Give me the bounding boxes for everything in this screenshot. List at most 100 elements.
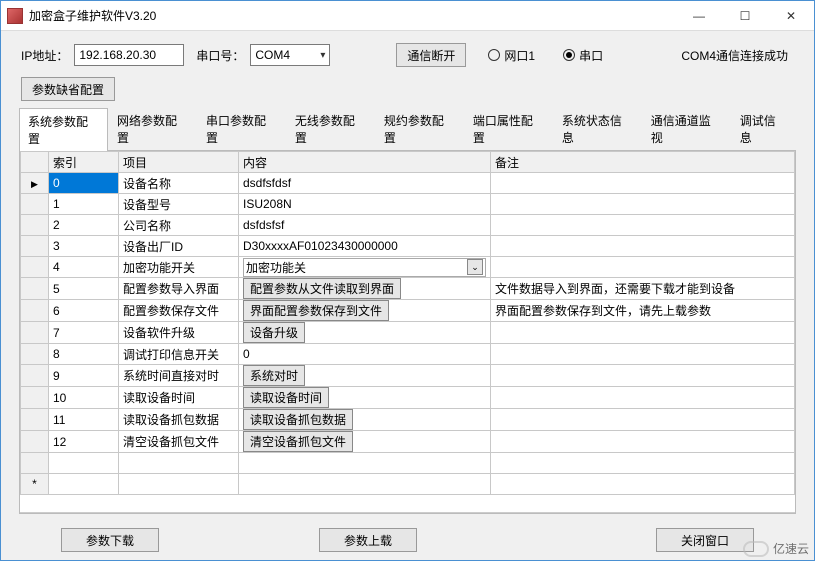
cell-index[interactable]: 6 [49, 300, 119, 322]
cell-content[interactable]: 系统对时 [239, 365, 491, 387]
cell-item[interactable]: 配置参数导入界面 [119, 278, 239, 300]
cell-remark[interactable]: 文件数据导入到界面，还需要下载才能到设备 [491, 278, 795, 300]
disconnect-button[interactable]: 通信断开 [396, 43, 466, 67]
row-header[interactable] [21, 409, 49, 431]
tab-3[interactable]: 无线参数配置 [286, 107, 375, 150]
table-row[interactable]: 3设备出厂IDD30xxxxAF01023430000000 [21, 236, 795, 257]
cell-remark[interactable] [491, 257, 795, 278]
cell-action-button[interactable]: 读取设备时间 [243, 387, 329, 408]
cell-index[interactable]: 4 [49, 257, 119, 278]
row-header[interactable] [21, 300, 49, 322]
cell-action-button[interactable]: 配置参数从文件读取到界面 [243, 278, 401, 299]
cell-content[interactable]: 读取设备抓包数据 [239, 409, 491, 431]
row-header[interactable] [21, 278, 49, 300]
col-remark[interactable]: 备注 [491, 152, 795, 173]
minimize-button[interactable]: — [676, 1, 722, 31]
cell-index[interactable]: 1 [49, 194, 119, 215]
cell-remark[interactable]: 界面配置参数保存到文件，请先上载参数 [491, 300, 795, 322]
cell-remark[interactable] [491, 344, 795, 365]
radio-serial[interactable]: 串口 [563, 47, 603, 64]
table-row[interactable]: 9系统时间直接对时系统对时 [21, 365, 795, 387]
row-header[interactable] [21, 236, 49, 257]
cell-item[interactable]: 设备出厂ID [119, 236, 239, 257]
cell-content[interactable]: ISU208N [239, 194, 491, 215]
cell-remark[interactable] [491, 322, 795, 344]
cell-index[interactable]: 12 [49, 431, 119, 453]
row-header[interactable] [21, 431, 49, 453]
close-window-button[interactable]: 关闭窗口 [656, 528, 754, 552]
cell-item[interactable]: 调试打印信息开关 [119, 344, 239, 365]
cell-index[interactable]: 11 [49, 409, 119, 431]
cell-action-button[interactable]: 设备升级 [243, 322, 305, 343]
row-header[interactable] [21, 387, 49, 409]
table-row[interactable]: 5配置参数导入界面配置参数从文件读取到界面 文件数据导入到界面，还需要下载才能到设… [21, 278, 795, 300]
col-content[interactable]: 内容 [239, 152, 491, 173]
cell-content[interactable]: 配置参数从文件读取到界面 [239, 278, 491, 300]
table-row[interactable]: 10读取设备时间读取设备时间 [21, 387, 795, 409]
maximize-button[interactable]: ☐ [722, 1, 768, 31]
cell-remark[interactable] [491, 365, 795, 387]
cell-item[interactable]: 配置参数保存文件 [119, 300, 239, 322]
cell-remark[interactable] [491, 431, 795, 453]
row-header[interactable] [21, 322, 49, 344]
cell-content[interactable]: 0 [239, 344, 491, 365]
row-header[interactable] [21, 344, 49, 365]
cell-item[interactable]: 设备型号 [119, 194, 239, 215]
table-row[interactable]: 6配置参数保存文件界面配置参数保存到文件界面配置参数保存到文件，请先上载参数 [21, 300, 795, 322]
tab-1[interactable]: 网络参数配置 [108, 107, 197, 150]
table-row[interactable]: 2公司名称dsfdsfsf [21, 215, 795, 236]
cell-content[interactable]: 设备升级 [239, 322, 491, 344]
tab-0[interactable]: 系统参数配置 [19, 108, 108, 151]
table-row[interactable]: 0设备名称dsdfsfdsf [21, 173, 795, 194]
cell-remark[interactable] [491, 387, 795, 409]
cell-index[interactable]: 8 [49, 344, 119, 365]
table-row[interactable]: 8调试打印信息开关0 [21, 344, 795, 365]
tab-7[interactable]: 通信通道监视 [642, 107, 731, 150]
cell-content[interactable]: dsfdsfsf [239, 215, 491, 236]
cell-action-button[interactable]: 清空设备抓包文件 [243, 431, 353, 452]
cell-content[interactable]: 界面配置参数保存到文件 [239, 300, 491, 322]
cell-item[interactable]: 公司名称 [119, 215, 239, 236]
table-row[interactable]: 11读取设备抓包数据读取设备抓包数据 [21, 409, 795, 431]
table-row[interactable]: 7设备软件升级设备升级 [21, 322, 795, 344]
cell-item[interactable]: 系统时间直接对时 [119, 365, 239, 387]
tab-6[interactable]: 系统状态信息 [553, 107, 642, 150]
cell-content[interactable]: dsdfsfdsf [239, 173, 491, 194]
tab-8[interactable]: 调试信息 [731, 107, 796, 150]
cell-action-button[interactable]: 系统对时 [243, 365, 305, 386]
cell-index[interactable]: 10 [49, 387, 119, 409]
cell-content[interactable]: D30xxxxAF01023430000000 [239, 236, 491, 257]
row-header[interactable] [21, 257, 49, 278]
cell-remark[interactable] [491, 409, 795, 431]
row-header[interactable] [21, 365, 49, 387]
cell-item[interactable]: 读取设备抓包数据 [119, 409, 239, 431]
cell-item[interactable]: 设备软件升级 [119, 322, 239, 344]
tab-2[interactable]: 串口参数配置 [197, 107, 286, 150]
cell-index[interactable]: 3 [49, 236, 119, 257]
download-button[interactable]: 参数下载 [61, 528, 159, 552]
col-item[interactable]: 项目 [119, 152, 239, 173]
cell-index[interactable]: 2 [49, 215, 119, 236]
cell-index[interactable]: 5 [49, 278, 119, 300]
cell-item[interactable]: 加密功能开关 [119, 257, 239, 278]
table-row[interactable]: 12清空设备抓包文件清空设备抓包文件 [21, 431, 795, 453]
default-config-button[interactable]: 参数缺省配置 [21, 77, 115, 101]
cell-content[interactable]: 读取设备时间 [239, 387, 491, 409]
cell-index[interactable]: 9 [49, 365, 119, 387]
cell-item[interactable]: 设备名称 [119, 173, 239, 194]
cell-index[interactable]: 0 [49, 173, 119, 194]
com-select[interactable]: COM4 ▾ [250, 44, 330, 66]
row-header[interactable] [21, 173, 49, 194]
cell-remark[interactable] [491, 194, 795, 215]
cell-action-button[interactable]: 读取设备抓包数据 [243, 409, 353, 430]
radio-net[interactable]: 网口1 [488, 47, 535, 64]
row-header[interactable] [21, 194, 49, 215]
col-index[interactable]: 索引 [49, 152, 119, 173]
data-grid[interactable]: 索引 项目 内容 备注 0设备名称dsdfsfdsf1设备型号ISU208N2公… [20, 151, 795, 513]
tab-4[interactable]: 规约参数配置 [375, 107, 464, 150]
cell-item[interactable]: 读取设备时间 [119, 387, 239, 409]
ip-input[interactable] [74, 44, 184, 66]
cell-item[interactable]: 清空设备抓包文件 [119, 431, 239, 453]
cell-remark[interactable] [491, 173, 795, 194]
close-button[interactable]: ✕ [768, 1, 814, 31]
